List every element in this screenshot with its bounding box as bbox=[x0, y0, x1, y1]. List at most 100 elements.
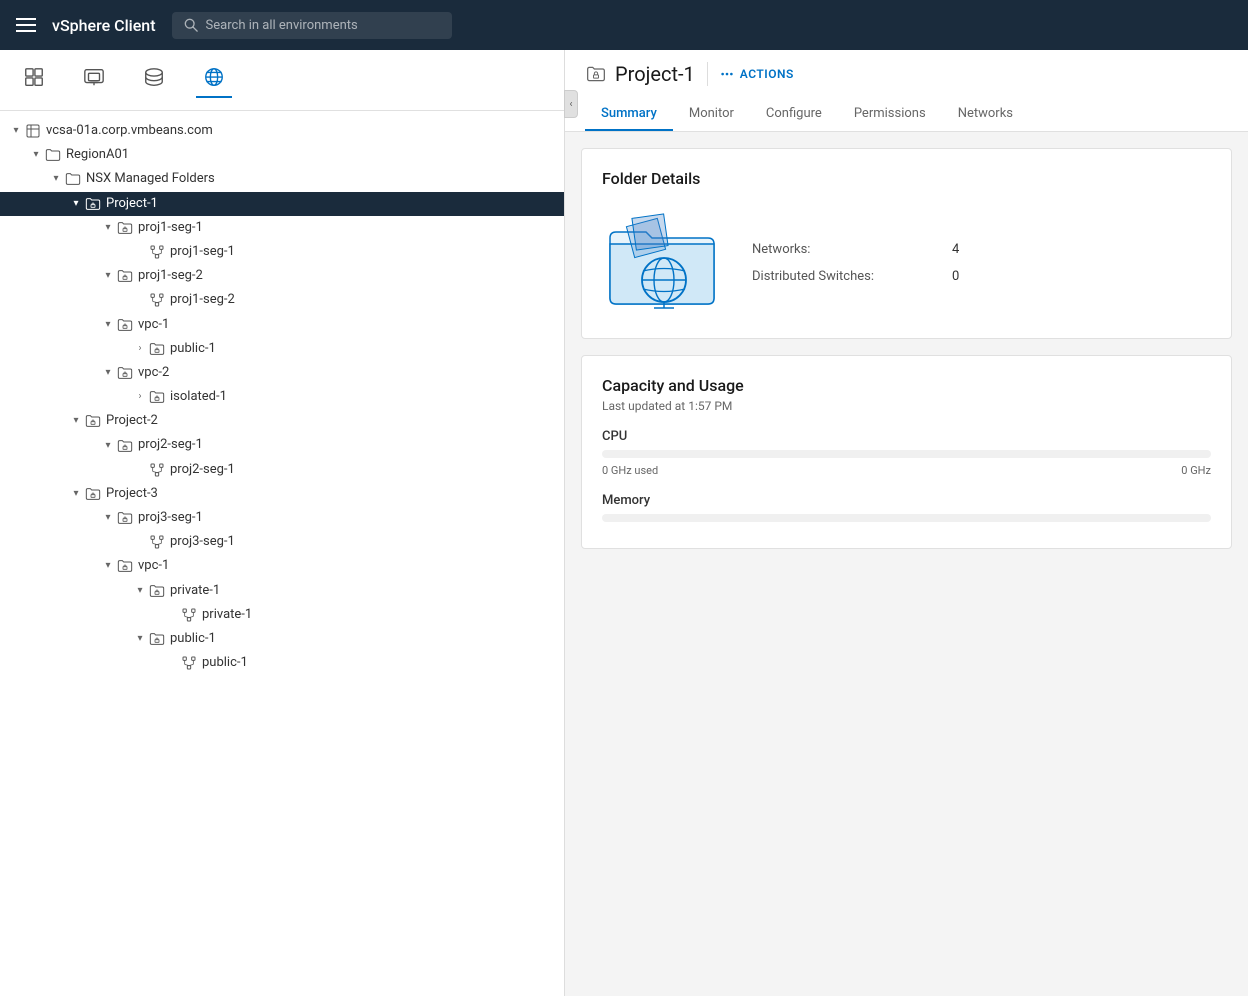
right-content: Folder Details bbox=[565, 132, 1248, 996]
tree-chevron-region: ▾ bbox=[28, 148, 44, 162]
tree-icon-public1 bbox=[148, 340, 166, 358]
project-title: Project-1 bbox=[615, 62, 695, 86]
right-panel: Project-1 ACTIONS SummaryMonitorConfigur… bbox=[565, 50, 1248, 996]
nav-icon-vms[interactable] bbox=[76, 62, 112, 98]
collapse-button[interactable]: ‹ bbox=[564, 90, 578, 118]
tree-item-project3[interactable]: ▾Project-3 bbox=[0, 482, 564, 506]
tree-chevron-isolated1: › bbox=[132, 390, 148, 404]
tree-chevron-vpc2: ▾ bbox=[100, 366, 116, 380]
tree-label-proj3-seg1-parent: proj3-seg-1 bbox=[138, 509, 564, 527]
app-title: vSphere Client bbox=[52, 16, 156, 35]
tree-icon-project1 bbox=[84, 195, 102, 213]
right-header: Project-1 ACTIONS SummaryMonitorConfigur… bbox=[565, 50, 1248, 132]
nav-icon-inventory[interactable] bbox=[16, 62, 52, 98]
tree-icon-proj1-seg1-parent bbox=[116, 219, 134, 237]
tree-item-proj2-seg1-parent[interactable]: ▾ proj2-seg-1 bbox=[0, 433, 564, 457]
tree-label-vpc2: vpc-2 bbox=[138, 364, 564, 382]
tree-label-proj1-seg1-child: proj1-seg-1 bbox=[170, 243, 564, 261]
storage-icon bbox=[143, 66, 165, 88]
tree-item-project2[interactable]: ▾Project-2 bbox=[0, 409, 564, 433]
tree-item-private1-parent[interactable]: ▾ private-1 bbox=[0, 579, 564, 603]
menu-button[interactable] bbox=[16, 18, 36, 32]
search-placeholder: Search in all environments bbox=[206, 18, 358, 33]
tree-chevron-project2: ▾ bbox=[68, 414, 84, 428]
tree-label-public1-p3: public-1 bbox=[170, 630, 564, 648]
tree-icon-private1-parent bbox=[148, 582, 166, 600]
tree-chevron-proj1-seg1-parent: ▾ bbox=[100, 221, 116, 235]
tree-label-isolated1: isolated-1 bbox=[170, 388, 564, 406]
left-panel: ‹ bbox=[0, 50, 565, 996]
tree-item-vpc2[interactable]: ▾ vpc-2 bbox=[0, 361, 564, 385]
nav-icon-storage[interactable] bbox=[136, 62, 172, 98]
tree-item-project1[interactable]: ▾Project-1 bbox=[0, 192, 564, 216]
tree-icon-project3 bbox=[84, 485, 102, 503]
tab-monitor[interactable]: Monitor bbox=[673, 98, 750, 131]
tree-item-private1-child[interactable]: ▾private-1 bbox=[0, 603, 564, 627]
tree-label-private1-parent: private-1 bbox=[170, 582, 564, 600]
tree-label-proj2-seg1-parent: proj2-seg-1 bbox=[138, 436, 564, 454]
tree-item-vcsa[interactable]: ▾vcsa-01a.corp.vmbeans.com bbox=[0, 119, 564, 143]
main-layout: ‹ bbox=[0, 50, 1248, 996]
tree-item-proj3-seg1-parent[interactable]: ▾proj3-seg-1 bbox=[0, 506, 564, 530]
tree-icon-nsx bbox=[64, 170, 82, 188]
tree-item-proj1-seg1-child[interactable]: ▾proj1-seg-1 bbox=[0, 240, 564, 264]
nav-icon-networks[interactable] bbox=[196, 62, 232, 98]
tree-item-public1-p3[interactable]: ▾ public-1 bbox=[0, 627, 564, 651]
tree-icon-proj2-seg1-parent bbox=[116, 437, 134, 455]
tree-item-region[interactable]: ▾ RegionA01 bbox=[0, 143, 564, 167]
tree-item-public1[interactable]: ›public-1 bbox=[0, 337, 564, 361]
tree-container: ▾vcsa-01a.corp.vmbeans.com▾RegionA01▾NSX… bbox=[0, 111, 564, 996]
tree-chevron-nsx: ▾ bbox=[48, 172, 64, 186]
networks-stat-value: 4 bbox=[952, 242, 959, 257]
tab-networks[interactable]: Networks bbox=[942, 98, 1029, 131]
capacity-card: Capacity and Usage Last updated at 1:57 … bbox=[581, 355, 1232, 549]
actions-button[interactable]: ACTIONS bbox=[720, 67, 794, 81]
actions-dots-icon bbox=[720, 67, 734, 81]
detail-tabs: SummaryMonitorConfigurePermissionsNetwor… bbox=[585, 98, 1228, 131]
tree-item-vpc1[interactable]: ▾vpc-1 bbox=[0, 313, 564, 337]
tree-item-public1-p3-child[interactable]: ▾public-1 bbox=[0, 651, 564, 675]
tree-item-proj1-seg2-parent[interactable]: ▾proj1-seg-2 bbox=[0, 264, 564, 288]
cpu-total-label: 0 GHz bbox=[1181, 464, 1211, 477]
tree-label-vpc1-3: vpc-1 bbox=[138, 557, 564, 575]
tree-icon-isolated1 bbox=[148, 388, 166, 406]
tree-icon-public1-p3 bbox=[148, 630, 166, 648]
cpu-progress-bar bbox=[602, 450, 1211, 458]
folder-details-card: Folder Details bbox=[581, 148, 1232, 339]
tree-label-public1-p3-child: public-1 bbox=[202, 654, 564, 672]
nav-icons-row bbox=[0, 50, 564, 111]
tab-configure[interactable]: Configure bbox=[750, 98, 838, 131]
title-folder-icon bbox=[585, 63, 607, 85]
tree-label-project1: Project-1 bbox=[106, 195, 564, 213]
global-search[interactable]: Search in all environments bbox=[172, 12, 452, 39]
tree-item-proj2-seg1-child[interactable]: ▾proj2-seg-1 bbox=[0, 458, 564, 482]
tree-chevron-public1-p3: ▾ bbox=[132, 632, 148, 646]
tree-icon-private1-child bbox=[180, 606, 198, 624]
tab-summary[interactable]: Summary bbox=[585, 98, 673, 131]
topbar: vSphere Client Search in all environment… bbox=[0, 0, 1248, 50]
tree-label-proj3-seg1-child: proj3-seg-1 bbox=[170, 533, 564, 551]
tree-icon-vcsa bbox=[24, 122, 42, 140]
tree-chevron-vpc1: ▾ bbox=[100, 318, 116, 332]
tree-icon-proj1-seg1-child bbox=[148, 243, 166, 261]
tree-item-proj1-seg1-parent[interactable]: ▾proj1-seg-1 bbox=[0, 216, 564, 240]
folder-stats: Networks: 4 Distributed Switches: 0 bbox=[752, 242, 959, 284]
capacity-subtitle: Last updated at 1:57 PM bbox=[602, 399, 1211, 413]
tree-icon-vpc1 bbox=[116, 316, 134, 334]
tree-item-proj3-seg1-child[interactable]: ▾proj3-seg-1 bbox=[0, 530, 564, 554]
tree-label-region: RegionA01 bbox=[66, 146, 564, 164]
tree-item-nsx[interactable]: ▾NSX Managed Folders bbox=[0, 167, 564, 191]
tree-item-isolated1[interactable]: › isolated-1 bbox=[0, 385, 564, 409]
memory-progress-bar bbox=[602, 514, 1211, 522]
tab-permissions[interactable]: Permissions bbox=[838, 98, 942, 131]
folder-details-content: Networks: 4 Distributed Switches: 0 bbox=[602, 208, 1211, 318]
tree-item-proj1-seg2-child[interactable]: ▾proj1-seg-2 bbox=[0, 288, 564, 312]
tree-item-vpc1-3[interactable]: ▾vpc-1 bbox=[0, 554, 564, 578]
switches-stat-row: Distributed Switches: 0 bbox=[752, 269, 959, 284]
cpu-progress-labels: 0 GHz used 0 GHz bbox=[602, 464, 1211, 477]
tree-chevron-proj2-seg1-parent: ▾ bbox=[100, 439, 116, 453]
tree-chevron-private1-parent: ▾ bbox=[132, 584, 148, 598]
tree-icon-proj3-seg1-parent bbox=[116, 509, 134, 527]
inventory-icon bbox=[23, 66, 45, 88]
folder-lock-icon bbox=[586, 64, 606, 84]
